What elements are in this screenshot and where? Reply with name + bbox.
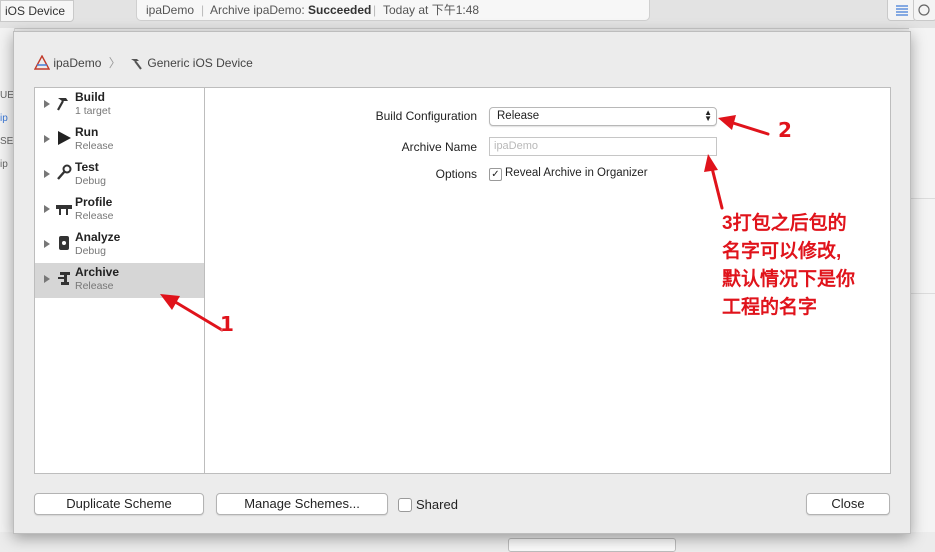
activity-project: ipaDemo <box>146 3 195 17</box>
wrench-icon <box>57 164 72 180</box>
annotation-number-1: 1 <box>220 312 234 336</box>
disclosure-triangle-icon[interactable] <box>44 135 50 143</box>
shared-label: Shared <box>416 497 458 512</box>
activity-status-value: Succeeded <box>308 3 372 17</box>
disclosure-triangle-icon[interactable] <box>44 240 50 248</box>
divider <box>909 198 935 199</box>
build-configuration-popup[interactable]: Release ▲ ▼ <box>489 107 717 126</box>
action-row-archive[interactable]: Archive Release <box>35 263 205 298</box>
breadcrumb: ipaDemo 〉 Generic iOS Device <box>33 54 253 71</box>
inspector-strip <box>909 28 935 544</box>
annotation-note-line: 名字可以修改, <box>722 241 842 262</box>
annotation-number-2: 2 <box>778 118 792 142</box>
inspector-button[interactable] <box>913 0 935 21</box>
hammer-icon <box>57 98 68 111</box>
breadcrumb-project[interactable]: ipaDemo <box>53 55 101 71</box>
xcode-toolbar: iOS Device ipaDemo | Archive ipaDemo: Su… <box>0 0 935 29</box>
nav-fragment: ip <box>0 159 8 170</box>
action-title: Test <box>75 160 99 174</box>
action-title: Archive <box>75 265 120 279</box>
duplicate-scheme-button[interactable]: Duplicate Scheme <box>34 493 204 515</box>
action-subtitle: Release <box>75 280 114 292</box>
annotation-note: 3打包之后包的 名字可以修改, 默认情况下是你 工程的名字 <box>722 210 892 322</box>
disclosure-triangle-icon[interactable] <box>44 170 50 178</box>
build-configuration-value: Release <box>497 110 540 122</box>
annotation-note-line: 3打包之后包的 <box>722 213 847 234</box>
action-subtitle: Debug <box>75 175 106 187</box>
options-label: Options <box>435 167 477 181</box>
profile-icon <box>56 205 72 215</box>
archive-name-label: Archive Name <box>401 140 477 154</box>
disclosure-triangle-icon[interactable] <box>44 100 50 108</box>
activity-time: Today at 下午1:48 <box>383 3 480 17</box>
annotation-note-line: 工程的名字 <box>722 297 818 318</box>
activity-separator: | <box>201 3 205 17</box>
activity-viewer: ipaDemo | Archive ipaDemo: Succeeded | T… <box>136 0 650 21</box>
archive-name-placeholder: ipaDemo <box>494 140 539 152</box>
archive-name-field[interactable]: ipaDemo <box>489 137 717 156</box>
divider <box>909 293 935 294</box>
hammer-icon <box>131 58 142 70</box>
chevron-updown-icon: ▲ ▼ <box>704 108 712 123</box>
app-project-icon <box>33 54 51 70</box>
disclosure-triangle-icon[interactable] <box>44 275 50 283</box>
action-title: Build <box>75 90 105 104</box>
action-row-profile[interactable]: Profile Release <box>35 193 205 228</box>
annotation-note-line: 默认情况下是你 <box>722 269 856 290</box>
analyze-icon <box>59 236 69 250</box>
action-title: Profile <box>75 195 113 209</box>
archive-icon <box>58 272 70 285</box>
chevron-right-icon: 〉 <box>108 55 121 70</box>
destination-label: iOS Device <box>5 4 66 18</box>
inspector-icon <box>918 4 930 16</box>
play-icon <box>58 131 71 145</box>
disclosure-triangle-icon[interactable] <box>44 205 50 213</box>
scheme-action-list: Build 1 target Run Release Test Debug Pr… <box>34 87 206 474</box>
action-row-run[interactable]: Run Release <box>35 123 205 158</box>
action-title: Run <box>75 125 99 139</box>
action-subtitle: Release <box>75 210 114 222</box>
activity-status-prefix: Archive ipaDemo: <box>210 3 305 17</box>
action-row-test[interactable]: Test Debug <box>35 158 205 193</box>
build-configuration-label: Build Configuration <box>375 109 477 123</box>
lines-icon <box>896 5 908 16</box>
action-subtitle: Debug <box>75 245 106 257</box>
action-row-analyze[interactable]: Analyze Debug <box>35 228 205 263</box>
activity-separator: | <box>373 3 377 17</box>
breadcrumb-destination[interactable]: Generic iOS Device <box>147 55 252 71</box>
action-row-build[interactable]: Build 1 target <box>35 88 205 123</box>
action-subtitle: 1 target <box>75 105 111 117</box>
reveal-archive-checkbox[interactable]: ✓ <box>489 168 502 181</box>
background-popup <box>508 538 676 552</box>
reveal-archive-label: Reveal Archive in Organizer <box>505 167 648 179</box>
action-subtitle: Release <box>75 140 114 152</box>
nav-fragment: ip <box>0 113 8 124</box>
close-button[interactable]: Close <box>806 493 890 515</box>
scheme-destination-selector[interactable]: iOS Device <box>0 0 75 22</box>
manage-schemes-button[interactable]: Manage Schemes... <box>216 493 388 515</box>
shared-checkbox[interactable] <box>398 498 412 512</box>
action-title: Analyze <box>75 230 121 244</box>
